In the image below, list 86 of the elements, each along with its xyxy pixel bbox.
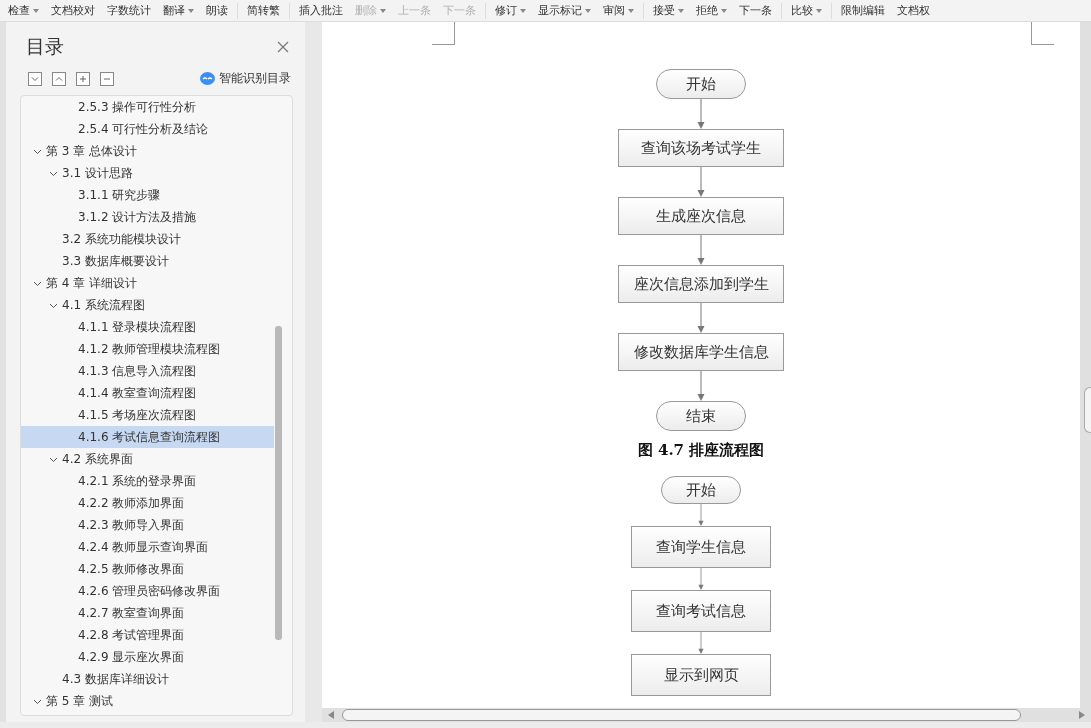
scroll-left-icon[interactable]	[328, 711, 334, 719]
outline-item[interactable]: 4.1 系统流程图	[21, 294, 274, 316]
panel-title: 目录	[26, 34, 64, 59]
close-icon[interactable]	[277, 41, 289, 53]
plus-icon[interactable]	[76, 71, 90, 86]
toolbar-button[interactable]: 接受	[647, 3, 690, 18]
outline-item[interactable]: 4.1.2 教师管理模块流程图	[21, 338, 274, 360]
outline-item[interactable]: 4.3 数据库详细设计	[21, 668, 274, 690]
outline-item[interactable]: 4.1.1 登录模块流程图	[21, 316, 274, 338]
caret-icon[interactable]	[678, 8, 684, 13]
toolbar-button[interactable]: 翻译	[157, 3, 200, 18]
outline-item[interactable]: 4.2.8 考试管理界面	[21, 624, 274, 646]
caret-icon[interactable]	[585, 8, 591, 13]
toolbar-button[interactable]: 限制编辑	[835, 3, 891, 18]
outline-item[interactable]: 2.5.4 可行性分析及结论	[21, 118, 274, 140]
toolbar-button[interactable]: 显示标记	[532, 3, 597, 18]
process-node: 生成座次信息	[618, 197, 784, 235]
arrow	[696, 632, 706, 654]
outline-item[interactable]: 4.2 系统界面	[21, 448, 274, 470]
toolbar-button[interactable]: 下一条	[733, 3, 778, 18]
figure-caption: 图 4.7 排座流程图	[637, 441, 765, 460]
process-node: 查询考试信息	[631, 590, 771, 632]
smart-toc-button[interactable]: 智能识别目录	[200, 70, 291, 87]
caret-icon[interactable]	[628, 8, 634, 13]
toolbar-button[interactable]: 字数统计	[101, 3, 157, 18]
caret-icon[interactable]	[188, 8, 194, 13]
toolbar-button[interactable]: 审阅	[597, 3, 640, 18]
outline-item[interactable]: 4.2.7 教室查询界面	[21, 602, 274, 624]
expand-all-icon[interactable]	[52, 71, 66, 86]
toolbar-button[interactable]: 文档校对	[45, 3, 101, 18]
toolbar-button[interactable]: 比较	[785, 3, 828, 18]
outline-item[interactable]: 第 3 章 总体设计	[21, 140, 274, 162]
caret-icon[interactable]	[33, 8, 39, 13]
outline-item[interactable]: 2.5.3 操作可行性分析	[21, 96, 274, 118]
toolbar-button[interactable]: 简转繁	[241, 3, 286, 18]
process-node: 查询学生信息	[631, 526, 771, 568]
process-node: 座次信息添加到学生	[618, 265, 784, 303]
outline-item[interactable]: 4.1.5 考场座次流程图	[21, 404, 274, 426]
terminal-node: 开始	[656, 69, 746, 99]
arrow	[696, 303, 706, 333]
outline-item[interactable]: 第 4 章 详细设计	[21, 272, 274, 294]
minus-icon[interactable]	[100, 71, 114, 86]
outline-item[interactable]: 4.2.9 显示座次界面	[21, 646, 274, 668]
outline-item[interactable]: 4.2.3 教师导入界面	[21, 514, 274, 536]
outline-item[interactable]: 4.2.2 教师添加界面	[21, 492, 274, 514]
toolbar-button[interactable]: 插入批注	[293, 3, 349, 18]
terminal-node: 结束	[656, 401, 746, 431]
caret-icon[interactable]	[721, 8, 727, 13]
toolbar-button[interactable]: 修订	[489, 3, 532, 18]
outline-item[interactable]: 4.1.6 考试信息查询流程图	[21, 426, 274, 448]
outline-item[interactable]: 3.2 系统功能模块设计	[21, 228, 274, 250]
outline-item[interactable]: 4.1.4 教室查询流程图	[21, 382, 274, 404]
outline-item[interactable]: 4.1.3 信息导入流程图	[21, 360, 274, 382]
cloud-icon	[200, 72, 215, 85]
arrow	[696, 504, 706, 526]
outline-item[interactable]: 4.2.1 系统的登录界面	[21, 470, 274, 492]
process-node: 显示到网页	[631, 654, 771, 696]
horizontal-scrollbar[interactable]	[322, 708, 1091, 722]
caret-icon[interactable]	[520, 8, 526, 13]
arrow	[696, 371, 706, 401]
toolbar-button[interactable]: 文档权	[891, 3, 936, 18]
scroll-right-icon[interactable]	[1079, 711, 1085, 719]
outline-item[interactable]: 4.2.5 教师修改界面	[21, 558, 274, 580]
outline-item[interactable]: 4.2.6 管理员密码修改界面	[21, 580, 274, 602]
arrow	[696, 99, 706, 129]
outline-item[interactable]: 4.2.4 教师显示查询界面	[21, 536, 274, 558]
arrow	[696, 235, 706, 265]
caret-icon[interactable]	[816, 8, 822, 13]
toolbar-button[interactable]: 检查	[2, 3, 45, 18]
process-node: 查询该场考试学生	[618, 129, 784, 167]
scrollbar-thumb[interactable]	[275, 326, 282, 640]
outline-item[interactable]: 3.1.2 设计方法及措施	[21, 206, 274, 228]
collapse-all-icon[interactable]	[28, 71, 42, 86]
outline-item[interactable]: 3.1 设计思路	[21, 162, 274, 184]
arrow	[696, 568, 706, 590]
crop-mark	[432, 22, 455, 45]
crop-mark	[1031, 22, 1054, 45]
terminal-node: 开始	[661, 476, 741, 504]
outline-item[interactable]: 3.3 数据库概要设计	[21, 250, 274, 272]
vertical-scrollbar[interactable]	[1080, 22, 1091, 708]
toolbar-button[interactable]: 朗读	[200, 3, 234, 18]
arrow	[696, 167, 706, 197]
outline-item[interactable]: 3.1.1 研究步骤	[21, 184, 274, 206]
process-node: 修改数据库学生信息	[618, 333, 784, 371]
toolbar-button[interactable]: 拒绝	[690, 3, 733, 18]
outline-item[interactable]: 第 5 章 测试	[21, 690, 274, 712]
